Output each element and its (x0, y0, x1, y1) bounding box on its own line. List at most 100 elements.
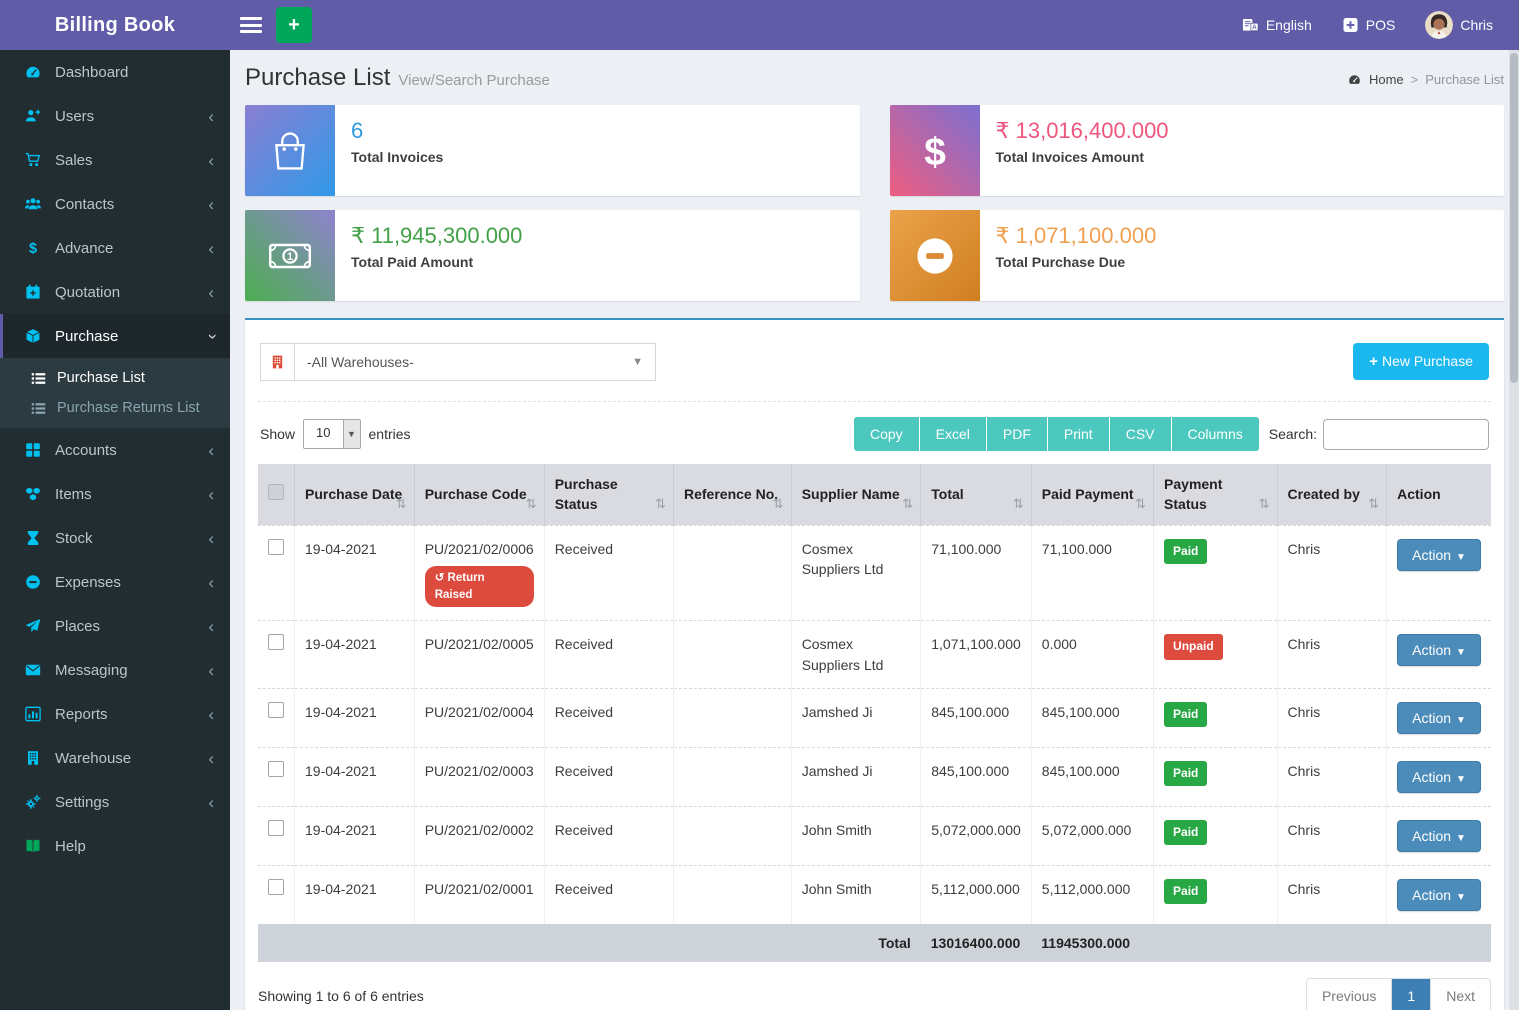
sidebar-item-stock[interactable]: Stock‹ (0, 516, 230, 560)
purchase-code-cell: PU/2021/02/0003 (414, 747, 544, 806)
footer-empty-cell (414, 924, 544, 962)
avatar (1425, 11, 1453, 39)
sidebar-item-label: Items (55, 486, 92, 503)
sidebar-item-items[interactable]: Items‹ (0, 472, 230, 516)
column-header-label: Payment Status (1164, 476, 1222, 512)
sidebar-subitem-purchase-returns-list[interactable]: Purchase Returns List (0, 393, 230, 423)
search-input[interactable] (1323, 419, 1489, 450)
main-content: Purchase List View/Search Purchase Home … (230, 0, 1519, 1010)
scrollbar[interactable] (1509, 50, 1519, 1010)
warehouse-select[interactable]: -All Warehouses- ▼ (294, 343, 656, 381)
column-header-total[interactable]: Total⇅ (921, 464, 1032, 525)
purchase-date-cell-text: 19-04-2021 (305, 763, 377, 779)
sidebar-item-expenses[interactable]: Expenses‹ (0, 560, 230, 604)
sidebar-item-help[interactable]: Help (0, 824, 230, 868)
supplier-name-cell: Jamshed Ji (791, 688, 921, 747)
row-checkbox[interactable] (268, 539, 284, 555)
language-switcher[interactable]: A English (1242, 17, 1312, 33)
table-header-row: Purchase Date⇅Purchase Code⇅Purchase Sta… (258, 464, 1491, 525)
purchase-status-cell-text: Received (555, 636, 613, 652)
select-all-checkbox[interactable] (268, 484, 284, 500)
column-header-paid-payment[interactable]: Paid Payment⇅ (1031, 464, 1153, 525)
column-header-payment-status[interactable]: Payment Status ⇅ (1154, 464, 1278, 525)
export-copy-button[interactable]: Copy (854, 417, 919, 451)
export-excel-button[interactable]: Excel (920, 417, 986, 451)
quick-add-button[interactable]: + (276, 7, 312, 43)
action-button[interactable]: Action▼ (1397, 761, 1481, 793)
row-checkbox[interactable] (268, 702, 284, 718)
action-button[interactable]: Action▼ (1397, 634, 1481, 666)
sidebar-toggle-hamburger-icon[interactable] (240, 17, 262, 33)
sidebar-item-settings[interactable]: Settings‹ (0, 780, 230, 824)
sidebar-item-dashboard[interactable]: Dashboard (0, 50, 230, 94)
sidebar-item-accounts[interactable]: Accounts‹ (0, 428, 230, 472)
sidebar-item-contacts[interactable]: Contacts‹ (0, 182, 230, 226)
stat-card-total-invoices-amount: $₹ 13,016,400.000Total Invoices Amount (890, 105, 1505, 196)
action-button[interactable]: Action▼ (1397, 539, 1481, 571)
action-button[interactable]: Action▼ (1397, 820, 1481, 852)
caret-down-icon: ▼ (1456, 715, 1466, 726)
export-pdf-button[interactable]: PDF (987, 417, 1047, 451)
column-header-purchase-status[interactable]: Purchase Status⇅ (544, 464, 673, 525)
app-brand[interactable]: Billing Book (0, 0, 230, 50)
supplier-name-cell-text: Cosmex Suppliers Ltd (802, 636, 884, 672)
page-1-button[interactable]: 1 (1392, 979, 1431, 1010)
chevron-left-icon: ‹ (208, 152, 214, 169)
users-icon (24, 196, 42, 212)
purchase-status-cell-text: Received (555, 763, 613, 779)
user-menu[interactable]: Chris (1425, 11, 1493, 39)
warehouse-building-icon (270, 354, 285, 370)
action-button[interactable]: Action▼ (1397, 702, 1481, 734)
row-checkbox[interactable] (268, 761, 284, 777)
total-cell: 845,100.000 (921, 688, 1032, 747)
sidebar-item-label: Users (55, 108, 94, 125)
sort-icon: ⇅ (902, 495, 913, 514)
grid-icon (24, 442, 42, 458)
sidebar-item-users[interactable]: Users‹ (0, 94, 230, 138)
export-csv-button[interactable]: CSV (1110, 417, 1171, 451)
created-by-cell: Chris (1277, 525, 1387, 621)
page-size-select[interactable]: 10 ▼ (303, 419, 360, 449)
scrollbar-thumb[interactable] (1510, 53, 1518, 383)
sidebar-subitem-purchase-list[interactable]: Purchase List (0, 363, 230, 393)
paper-plane-icon (24, 618, 42, 634)
sidebar-item-purchase[interactable]: Purchase‹ (0, 314, 230, 358)
row-checkbox[interactable] (268, 634, 284, 650)
money-bill-icon: 1 (268, 234, 312, 278)
sidebar-item-reports[interactable]: Reports‹ (0, 692, 230, 736)
row-checkbox[interactable] (268, 820, 284, 836)
column-header-purchase-code[interactable]: Purchase Code⇅ (414, 464, 544, 525)
column-header-purchase-date[interactable]: Purchase Date⇅ (295, 464, 415, 525)
action-button[interactable]: Action▼ (1397, 879, 1481, 911)
sort-icon: ⇅ (1259, 495, 1270, 514)
sidebar-item-messaging[interactable]: Messaging‹ (0, 648, 230, 692)
stat-card-total-invoices: 6Total Invoices (245, 105, 860, 196)
purchase-status-cell: Received (544, 806, 673, 865)
stat-icon-box (890, 210, 980, 301)
breadcrumb-home[interactable]: Home (1369, 72, 1404, 87)
total-cell: 1,071,100.000 (921, 621, 1032, 689)
export-print-button[interactable]: Print (1048, 417, 1109, 451)
next-page-button[interactable]: Next (1431, 979, 1490, 1010)
stat-card-total-purchase-due: ₹ 1,071,100.000Total Purchase Due (890, 210, 1505, 301)
row-checkbox[interactable] (268, 879, 284, 895)
new-purchase-button[interactable]: +New Purchase (1353, 343, 1489, 380)
purchase-date-cell: 19-04-2021 (295, 621, 415, 689)
column-header-reference-no[interactable]: Reference No.⇅ (673, 464, 791, 525)
column-header-supplier-name[interactable]: Supplier Name⇅ (791, 464, 921, 525)
cart-icon (24, 152, 42, 168)
purchase-status-cell-text: Received (555, 704, 613, 720)
sidebar-item-warehouse[interactable]: Warehouse‹ (0, 736, 230, 780)
column-header-created-by[interactable]: Created by⇅ (1277, 464, 1387, 525)
sidebar-item-sales[interactable]: Sales‹ (0, 138, 230, 182)
previous-page-button[interactable]: Previous (1307, 979, 1392, 1010)
pos-button[interactable]: POS (1342, 17, 1396, 33)
sidebar-item-quotation[interactable]: Quotation‹ (0, 270, 230, 314)
sidebar-item-advance[interactable]: $Advance‹ (0, 226, 230, 270)
purchase-date-cell-text: 19-04-2021 (305, 881, 377, 897)
export-columns-button[interactable]: Columns (1172, 417, 1259, 451)
total-cell-text: 71,100.000 (931, 541, 1001, 557)
sidebar-item-label: Advance (55, 240, 113, 257)
sidebar-item-places[interactable]: Places‹ (0, 604, 230, 648)
sort-icon: ⇅ (773, 495, 784, 514)
